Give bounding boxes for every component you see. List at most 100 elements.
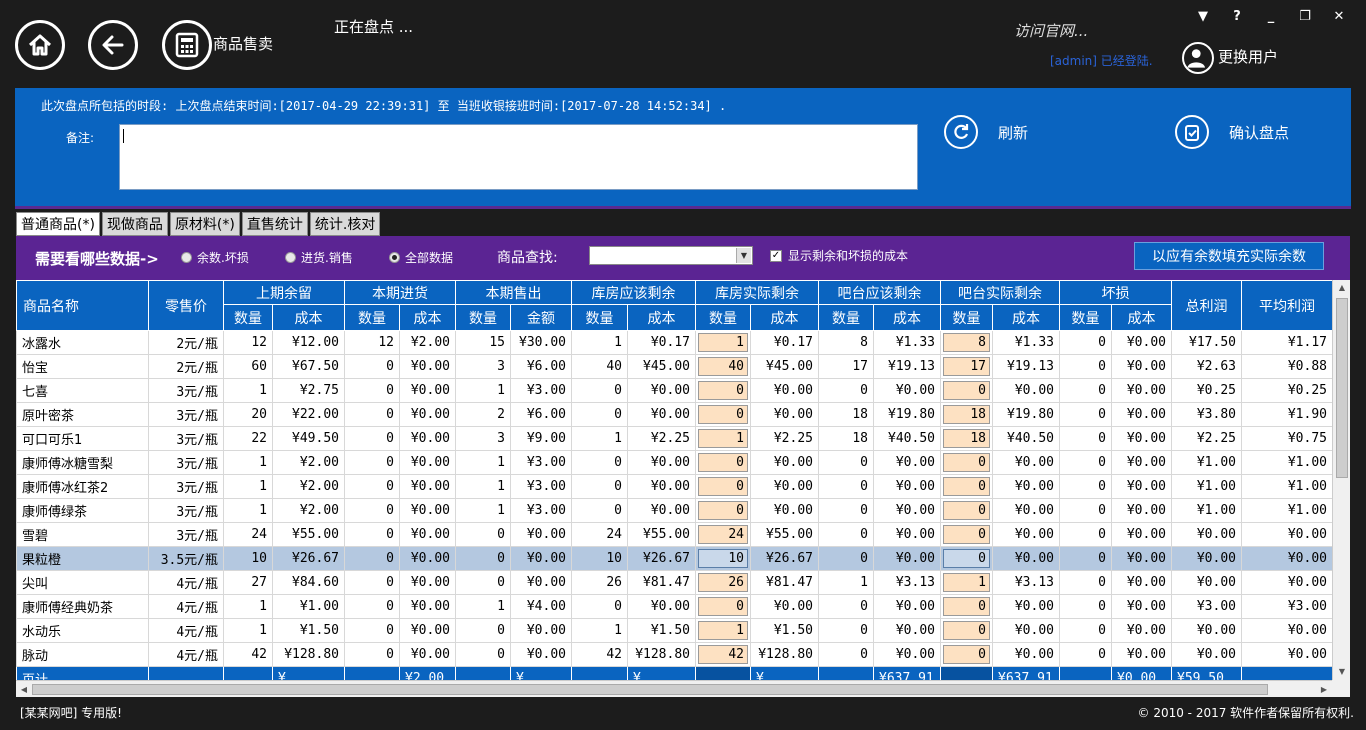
actual-qty-input[interactable]: 1 [698, 621, 748, 640]
actual-qty-cell[interactable]: 1 [940, 570, 993, 595]
actual-qty-cell[interactable]: 26 [695, 570, 751, 595]
actual-qty-cell[interactable]: 0 [940, 594, 993, 619]
restore-icon[interactable]: ❐ [1294, 7, 1316, 25]
refresh-button[interactable]: 刷新 [944, 115, 1028, 149]
table-row[interactable]: 雪碧 3元/瓶 24 ¥55.00 0 ¥0.00 0 ¥0.00 24 ¥55.00 24 ¥55.… [16, 522, 1332, 547]
actual-qty-cell[interactable]: 18 [940, 426, 993, 451]
col-header-total-profit[interactable]: 总利润 [1171, 280, 1242, 331]
tab-regular-goods[interactable]: 普通商品(*) [16, 212, 100, 236]
actual-qty-cell[interactable]: 17 [940, 354, 993, 379]
radio-purchase-sales[interactable]: 进货.销售 [285, 249, 353, 266]
actual-qty-input[interactable]: 18 [943, 405, 990, 424]
actual-qty-input[interactable]: 0 [943, 525, 990, 544]
switch-user-button[interactable]: 更换用户 [1218, 46, 1278, 67]
sale-label[interactable]: 商品售卖 [213, 33, 273, 54]
table-row[interactable]: 七喜 3元/瓶 1 ¥2.75 0 ¥0.00 1 ¥3.00 0 ¥0.00 0 ¥0.00 0 ¥0.… [16, 378, 1332, 403]
table-row[interactable]: 果粒橙 3.5元/瓶 10 ¥26.67 0 ¥0.00 0 ¥0.00 10 ¥26.67 10 ¥… [16, 546, 1332, 571]
dropdown-menu-icon[interactable]: ▼ [1192, 7, 1214, 25]
actual-qty-input[interactable]: 0 [698, 597, 748, 616]
actual-qty-input[interactable]: 0 [943, 381, 990, 400]
actual-qty-input[interactable]: 1 [698, 429, 748, 448]
actual-qty-input[interactable]: 24 [698, 525, 748, 544]
sale-button[interactable] [162, 20, 212, 70]
actual-qty-input[interactable]: 0 [943, 453, 990, 472]
actual-qty-input[interactable]: 0 [943, 645, 990, 664]
actual-qty-input[interactable]: 40 [698, 357, 748, 376]
actual-qty-input[interactable]: 0 [943, 549, 990, 568]
table-row[interactable]: 怡宝 2元/瓶 60 ¥67.50 0 ¥0.00 3 ¥6.00 40 ¥45.00 40 ¥45.… [16, 354, 1332, 379]
actual-qty-input[interactable]: 17 [943, 357, 990, 376]
tab-direct-sale-stats[interactable]: 直售统计 [241, 212, 308, 236]
actual-qty-input[interactable]: 26 [698, 573, 748, 592]
actual-qty-cell[interactable]: 0 [695, 378, 751, 403]
show-cost-checkbox[interactable]: ✓ 显示剩余和坏损的成本 [770, 247, 908, 264]
actual-qty-cell[interactable]: 0 [695, 594, 751, 619]
scroll-right-icon[interactable]: ▶ [1316, 681, 1332, 698]
tab-stats-check[interactable]: 统计.核对 [309, 212, 381, 236]
actual-qty-cell[interactable]: 42 [695, 642, 751, 667]
table-row[interactable]: 原叶密茶 3元/瓶 20 ¥22.00 0 ¥0.00 2 ¥6.00 0 ¥0.00 0 ¥0.00… [16, 402, 1332, 427]
actual-qty-cell[interactable]: 0 [695, 450, 751, 475]
product-search-combo[interactable]: ▼ [589, 246, 753, 265]
actual-qty-cell[interactable]: 0 [695, 402, 751, 427]
actual-qty-input[interactable]: 0 [698, 501, 748, 520]
scroll-left-icon[interactable]: ◀ [16, 681, 32, 698]
actual-qty-input[interactable]: 0 [698, 477, 748, 496]
actual-qty-input[interactable]: 10 [698, 549, 748, 568]
actual-qty-input[interactable]: 0 [698, 405, 748, 424]
actual-qty-input[interactable]: 0 [943, 501, 990, 520]
actual-qty-cell[interactable]: 0 [940, 642, 993, 667]
actual-qty-input[interactable]: 0 [698, 381, 748, 400]
radio-all-data[interactable]: 全部数据 [389, 249, 453, 266]
table-row[interactable]: 可口可乐1 3元/瓶 22 ¥49.50 0 ¥0.00 3 ¥9.00 1 ¥2.25 1 ¥2.2… [16, 426, 1332, 451]
actual-qty-cell[interactable]: 1 [695, 618, 751, 643]
table-row[interactable]: 脉动 4元/瓶 42 ¥128.80 0 ¥0.00 0 ¥0.00 42 ¥128.80 42 ¥1… [16, 642, 1332, 667]
tab-raw-materials[interactable]: 原材料(*) [169, 212, 240, 236]
tab-made-goods[interactable]: 现做商品 [101, 212, 168, 236]
actual-qty-input[interactable]: 0 [943, 621, 990, 640]
actual-qty-input[interactable]: 0 [943, 477, 990, 496]
table-row[interactable]: 康师傅冰糖雪梨 3元/瓶 1 ¥2.00 0 ¥0.00 1 ¥3.00 0 ¥0.00 0 ¥0.0… [16, 450, 1332, 475]
actual-qty-cell[interactable]: 1 [695, 426, 751, 451]
chevron-down-icon[interactable]: ▼ [736, 248, 751, 263]
close-icon[interactable]: ✕ [1328, 7, 1350, 25]
table-row[interactable]: 冰露水 2元/瓶 12 ¥12.00 12 ¥2.00 15 ¥30.00 1 ¥0.17 1 ¥0.… [16, 330, 1332, 355]
scroll-up-icon[interactable]: ▲ [1333, 280, 1351, 296]
col-header-price[interactable]: 零售价 [148, 280, 224, 331]
actual-qty-cell[interactable]: 0 [940, 474, 993, 499]
actual-qty-cell[interactable]: 0 [940, 546, 993, 571]
actual-qty-cell[interactable]: 0 [940, 498, 993, 523]
scroll-thumb[interactable] [1336, 298, 1348, 478]
user-icon[interactable] [1182, 42, 1214, 74]
actual-qty-input[interactable]: 1 [698, 333, 748, 352]
scroll-thumb-h[interactable] [32, 684, 1268, 695]
actual-qty-cell[interactable]: 0 [940, 450, 993, 475]
actual-qty-cell[interactable]: 40 [695, 354, 751, 379]
help-icon[interactable]: ? [1226, 7, 1248, 25]
note-textarea[interactable] [119, 124, 918, 190]
confirm-inventory-button[interactable]: 确认盘点 [1175, 115, 1289, 149]
back-button[interactable] [88, 20, 138, 70]
actual-qty-input[interactable]: 1 [943, 573, 990, 592]
actual-qty-cell[interactable]: 0 [940, 378, 993, 403]
vertical-scrollbar[interactable]: ▲ ▼ [1332, 280, 1350, 680]
scroll-down-icon[interactable]: ▼ [1333, 664, 1351, 680]
actual-qty-cell[interactable]: 0 [695, 474, 751, 499]
col-header-avg-profit[interactable]: 平均利润 [1241, 280, 1332, 331]
minimize-icon[interactable]: _ [1260, 7, 1282, 25]
actual-qty-input[interactable]: 42 [698, 645, 748, 664]
table-row[interactable]: 水动乐 4元/瓶 1 ¥1.50 0 ¥0.00 0 ¥0.00 1 ¥1.50 1 ¥1.50 0 ¥0… [16, 618, 1332, 643]
fill-actual-button[interactable]: 以应有余数填充实际余数 [1134, 242, 1324, 270]
actual-qty-cell[interactable]: 1 [695, 330, 751, 355]
actual-qty-cell[interactable]: 0 [695, 498, 751, 523]
actual-qty-cell[interactable]: 0 [940, 522, 993, 547]
visit-website-link[interactable]: 访问官网... [1014, 20, 1088, 41]
table-row[interactable]: 尖叫 4元/瓶 27 ¥84.60 0 ¥0.00 0 ¥0.00 26 ¥81.47 26 ¥81.… [16, 570, 1332, 595]
table-row[interactable]: 康师傅冰红茶2 3元/瓶 1 ¥2.00 0 ¥0.00 1 ¥3.00 0 ¥0.00 0 ¥0.0… [16, 474, 1332, 499]
table-row[interactable]: 康师傅绿茶 3元/瓶 1 ¥2.00 0 ¥0.00 1 ¥3.00 0 ¥0.00 0 ¥0.00 0… [16, 498, 1332, 523]
actual-qty-input[interactable]: 8 [943, 333, 990, 352]
actual-qty-input[interactable]: 0 [698, 453, 748, 472]
col-header-name[interactable]: 商品名称 [16, 280, 149, 331]
table-row[interactable]: 康师傅经典奶茶 4元/瓶 1 ¥1.00 0 ¥0.00 1 ¥4.00 0 ¥0.00 0 ¥0.0… [16, 594, 1332, 619]
actual-qty-cell[interactable]: 0 [940, 618, 993, 643]
